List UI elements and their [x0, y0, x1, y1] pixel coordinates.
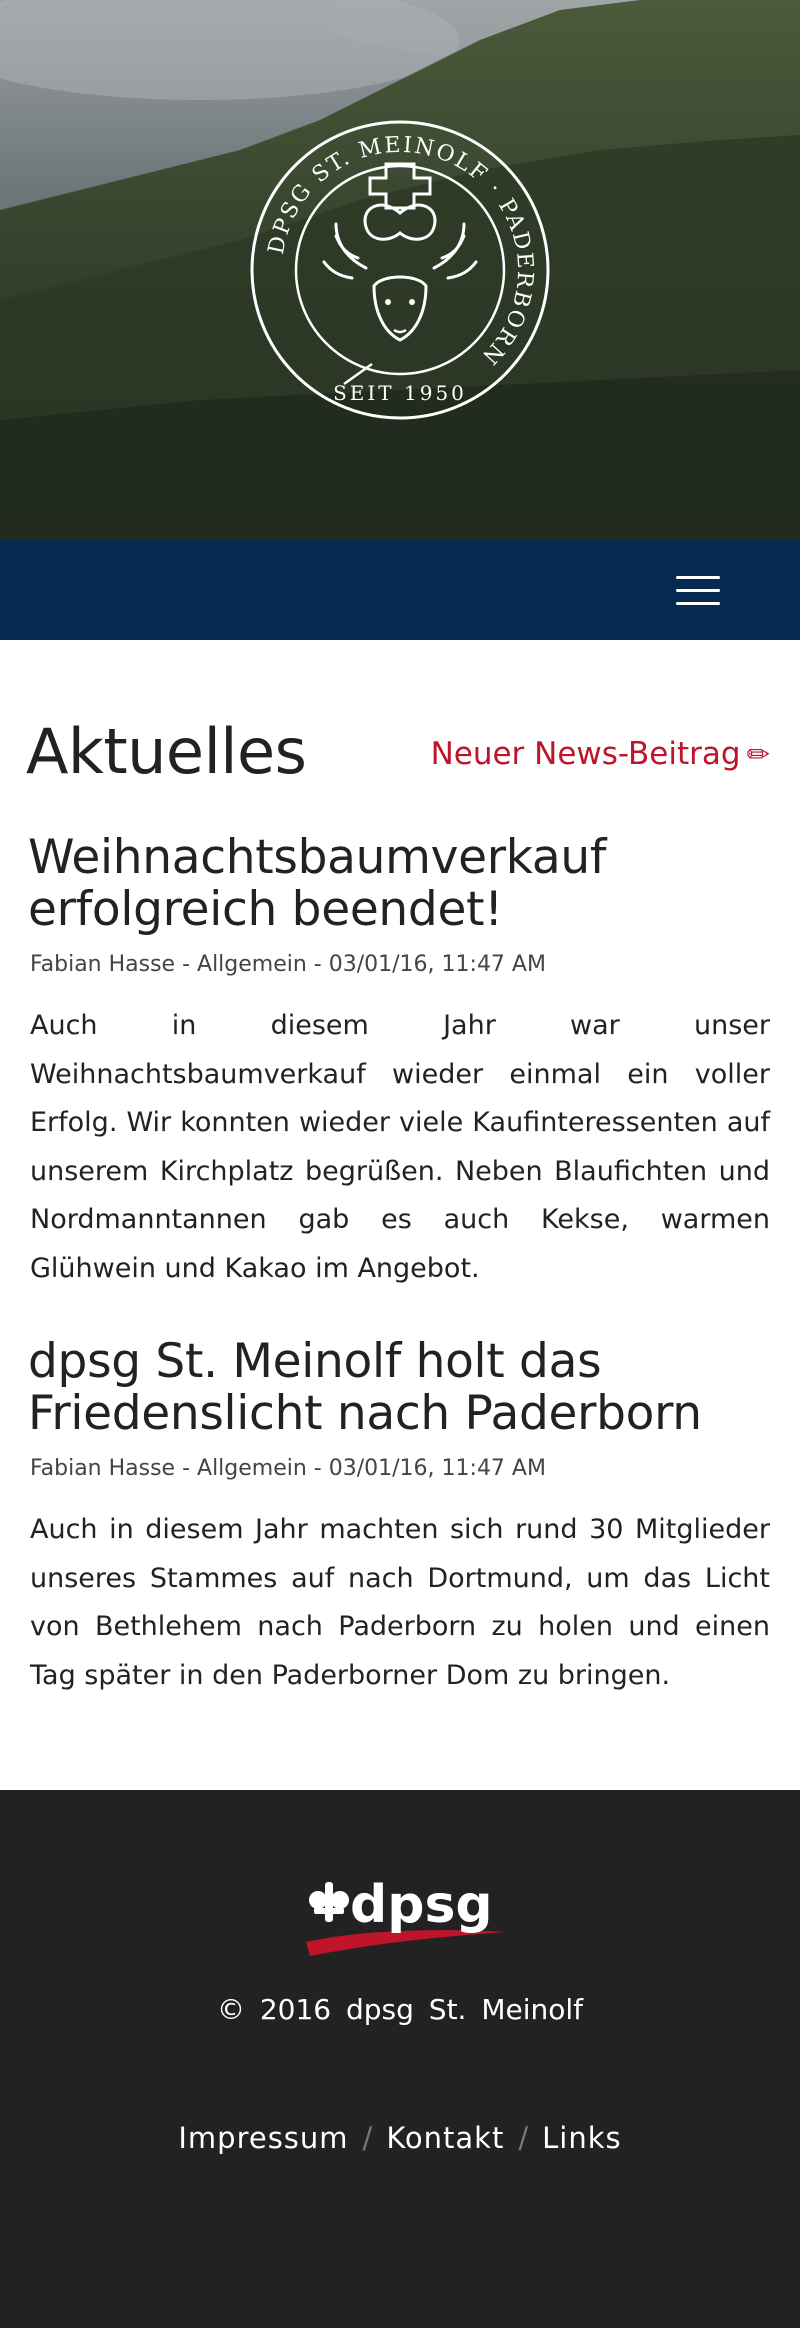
post-title-line: dpsg St. Meinolf holt das — [28, 1334, 602, 1389]
post-body: Auch in diesem Jahr machten sich rund 30… — [30, 1514, 770, 1691]
footer-links: Impressum / Kontakt / Links — [0, 2118, 800, 2158]
logo-since-text: SEIT 1950 — [333, 381, 467, 405]
new-news-post-link[interactable]: Neuer News-Beitrag ✏ — [431, 732, 770, 777]
page-title: Aktuelles — [26, 715, 307, 788]
post-meta: Fabian Hasse - Allgemein - 03/01/16, 11:… — [30, 952, 546, 977]
hero-banner: DPSG ST. MEINOLF · PADERBORN SEIT 1950 — [0, 0, 800, 540]
post-title[interactable]: dpsg St. Meinolf holt das Friedenslicht … — [28, 1336, 778, 1440]
post-title-line: erfolgreich beendet! — [28, 882, 503, 937]
link-separator: / — [362, 2121, 373, 2155]
impressum-link[interactable]: Impressum — [178, 2121, 348, 2155]
post-title[interactable]: Weihnachtsbaumverkauf erfolgreich beende… — [28, 832, 778, 936]
post-title-line: Weihnachtsbaumverkauf — [28, 830, 607, 885]
post-body: Auch in diesem Jahr war unser Weihnachts… — [30, 1010, 770, 1284]
dpsg-lily-logo-icon: dpsg — [306, 1875, 506, 1956]
footer — [0, 1790, 800, 2328]
footer-logo-text: dpsg — [350, 1875, 493, 1935]
svg-text:DPSG ST. MEINOLF · PADERBORN: DPSG ST. MEINOLF · PADERBORN — [264, 133, 537, 370]
link-separator: / — [518, 2121, 529, 2155]
post-title-line: Friedenslicht nach Paderborn — [28, 1386, 702, 1441]
new-post-label: Neuer News-Beitrag — [430, 736, 741, 772]
hamburger-menu-icon[interactable] — [672, 568, 724, 612]
kontakt-link[interactable]: Kontakt — [386, 2121, 504, 2155]
scout-stag-seal-icon: DPSG ST. MEINOLF · PADERBORN SEIT 1950 — [250, 120, 550, 420]
links-link[interactable]: Links — [542, 2121, 622, 2155]
pencil-icon: ✏ — [746, 738, 770, 771]
copyright-text: © 2016 dpsg St. Meinolf — [216, 1993, 584, 2026]
post-meta: Fabian Hasse - Allgemein - 03/01/16, 11:… — [30, 1456, 546, 1481]
